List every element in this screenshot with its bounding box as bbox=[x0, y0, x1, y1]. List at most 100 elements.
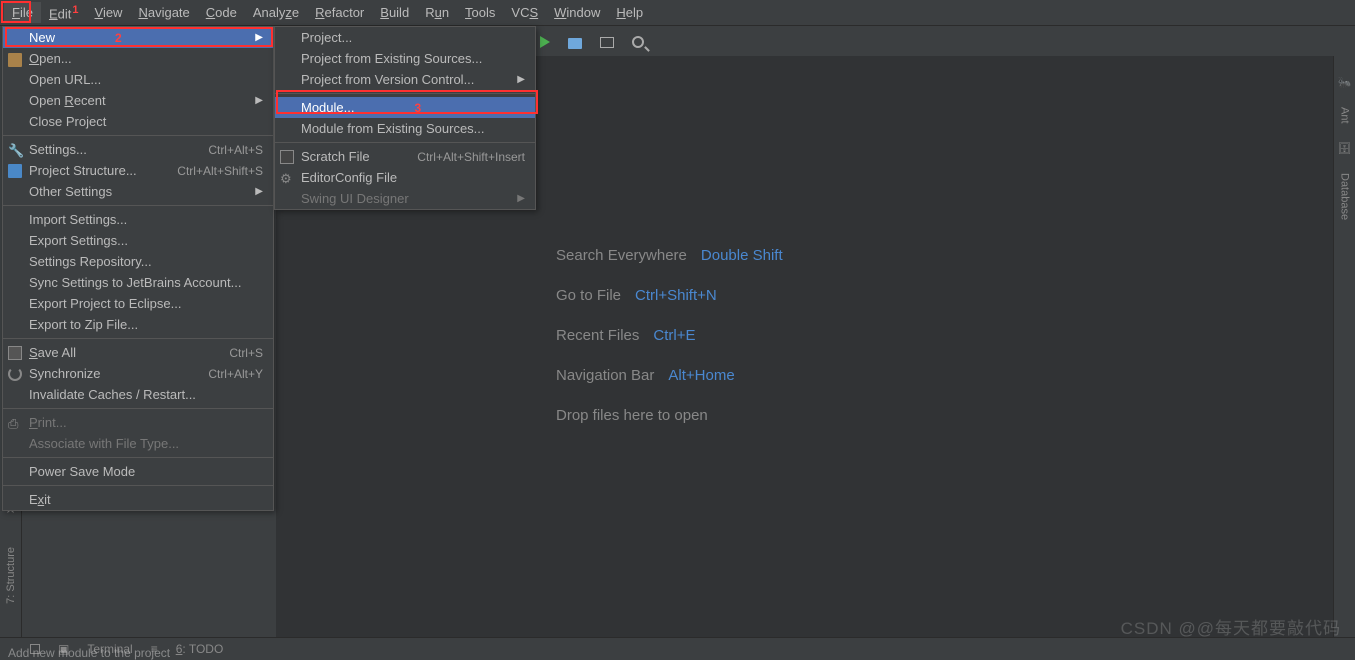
submenu-arrow-icon: ▶ bbox=[255, 32, 263, 43]
menuitem-open-recent[interactable]: Open Recent ▶ bbox=[3, 90, 273, 111]
menuitem-save-all[interactable]: Save All Ctrl+S bbox=[3, 342, 273, 363]
menu-analyze[interactable]: Analyze bbox=[245, 2, 307, 23]
run-icon[interactable] bbox=[540, 36, 550, 48]
menuitem-synchronize[interactable]: Synchronize Ctrl+Alt+Y bbox=[3, 363, 273, 384]
separator bbox=[275, 142, 535, 143]
menuitem-label: Project from Version Control... bbox=[301, 72, 474, 87]
status-text: Add new module to the project bbox=[8, 646, 170, 660]
menuitem-label: Associate with File Type... bbox=[29, 436, 179, 451]
shortcut: Ctrl+Alt+Shift+S bbox=[177, 164, 263, 178]
bottom-toolwindow-bar: ▣ Terminal ≡ 6: TODO bbox=[0, 637, 1355, 659]
menu-edit[interactable]: Edit1 bbox=[41, 1, 87, 24]
menuitem-label: Module from Existing Sources... bbox=[301, 121, 485, 136]
gear-icon: ⚙ bbox=[280, 171, 294, 185]
menuitem-new-project[interactable]: Project... bbox=[275, 27, 535, 48]
menu-code[interactable]: Code bbox=[198, 2, 245, 23]
menuitem-label: Sync Settings to JetBrains Account... bbox=[29, 275, 241, 290]
menu-run[interactable]: Run bbox=[417, 2, 457, 23]
separator bbox=[3, 135, 273, 136]
menuitem-export-zip[interactable]: Export to Zip File... bbox=[3, 314, 273, 335]
menuitem-export-eclipse[interactable]: Export Project to Eclipse... bbox=[3, 293, 273, 314]
menubar: File Edit1 View Navigate Code Analyze Re… bbox=[0, 0, 1355, 26]
welcome-row: Navigation BarAlt+Home bbox=[556, 356, 783, 396]
welcome-drop: Drop files here to open bbox=[556, 396, 783, 436]
menuitem-label: Exit bbox=[29, 492, 51, 507]
ant-icon[interactable]: 🐜 bbox=[1338, 76, 1352, 89]
menuitem-label: Save All bbox=[29, 345, 76, 360]
menuitem-exit[interactable]: Exit bbox=[3, 489, 273, 510]
menu-window[interactable]: Window bbox=[546, 2, 608, 23]
menuitem-label: Synchronize bbox=[29, 366, 101, 381]
file-icon bbox=[280, 150, 294, 164]
toolwindow-structure[interactable]: 7: Structure bbox=[5, 547, 17, 604]
menuitem-new-project-vcs[interactable]: Project from Version Control... ▶ bbox=[275, 69, 535, 90]
left-toolwindow-stripe: ★ 7: Structure bbox=[0, 500, 22, 637]
menu-build[interactable]: Build bbox=[372, 2, 417, 23]
menuitem-label: Open URL... bbox=[29, 72, 101, 87]
menuitem-label: Print... bbox=[29, 415, 67, 430]
submenu-arrow-icon: ▶ bbox=[517, 74, 525, 85]
sync-icon bbox=[8, 367, 22, 381]
separator bbox=[3, 457, 273, 458]
menu-navigate[interactable]: Navigate bbox=[130, 2, 197, 23]
menu-help[interactable]: Help bbox=[608, 2, 651, 23]
menuitem-new-module[interactable]: Module... 3 bbox=[275, 97, 535, 118]
menuitem-sync-settings[interactable]: Sync Settings to JetBrains Account... bbox=[3, 272, 273, 293]
menuitem-close-project[interactable]: Close Project bbox=[3, 111, 273, 132]
welcome-key: Ctrl+Shift+N bbox=[635, 276, 717, 316]
submenu-arrow-icon: ▶ bbox=[517, 193, 525, 204]
menuitem-label: Open... bbox=[29, 51, 72, 66]
menu-file[interactable]: File bbox=[4, 2, 41, 23]
menuitem-open-url[interactable]: Open URL... bbox=[3, 69, 273, 90]
menuitem-power-save[interactable]: Power Save Mode bbox=[3, 461, 273, 482]
menuitem-other-settings[interactable]: Other Settings ▶ bbox=[3, 181, 273, 202]
menuitem-export-settings[interactable]: Export Settings... bbox=[3, 230, 273, 251]
menuitem-label: Other Settings bbox=[29, 184, 112, 199]
menuitem-label: Settings Repository... bbox=[29, 254, 152, 269]
file-dropdown: New 2 ▶ Open... Open URL... Open Recent … bbox=[2, 26, 274, 511]
menuitem-associate-filetype: Associate with File Type... bbox=[3, 433, 273, 454]
search-icon[interactable] bbox=[632, 36, 644, 48]
menuitem-print: ⎙ Print... bbox=[3, 412, 273, 433]
menuitem-scratch-file[interactable]: Scratch File Ctrl+Alt+Shift+Insert bbox=[275, 146, 535, 167]
menuitem-new-project-existing[interactable]: Project from Existing Sources... bbox=[275, 48, 535, 69]
menu-vcs[interactable]: VCS bbox=[503, 2, 546, 23]
watermark: CSDN @@每天都要敲代码 bbox=[1121, 614, 1341, 639]
shortcut: Ctrl+Alt+Y bbox=[208, 367, 263, 381]
welcome-key: Double Shift bbox=[701, 236, 783, 276]
menuitem-project-structure[interactable]: Project Structure... Ctrl+Alt+Shift+S bbox=[3, 160, 273, 181]
menuitem-label: Open Recent bbox=[29, 93, 106, 108]
menuitem-label: Module... bbox=[301, 100, 354, 115]
menuitem-editorconfig[interactable]: ⚙ EditorConfig File bbox=[275, 167, 535, 188]
welcome-label: Drop files here to open bbox=[556, 396, 708, 436]
menuitem-label: Invalidate Caches / Restart... bbox=[29, 387, 196, 402]
toolwindow-database[interactable]: Database bbox=[1339, 173, 1351, 220]
menu-tools[interactable]: Tools bbox=[457, 2, 503, 23]
project-structure-icon bbox=[8, 164, 22, 178]
menuitem-settings[interactable]: 🔧 Settings... Ctrl+Alt+S bbox=[3, 139, 273, 160]
database-icon[interactable]: 🗄 bbox=[1338, 142, 1352, 155]
menuitem-label: Project Structure... bbox=[29, 163, 137, 178]
menuitem-label: Export Project to Eclipse... bbox=[29, 296, 181, 311]
toolwindow-todo[interactable]: 6: TODO bbox=[176, 642, 224, 656]
menuitem-settings-repository[interactable]: Settings Repository... bbox=[3, 251, 273, 272]
menuitem-new[interactable]: New 2 ▶ bbox=[3, 27, 273, 48]
menuitem-label: Settings... bbox=[29, 142, 87, 157]
menuitem-open[interactable]: Open... bbox=[3, 48, 273, 69]
welcome-label: Navigation Bar bbox=[556, 356, 654, 396]
menuitem-import-settings[interactable]: Import Settings... bbox=[3, 209, 273, 230]
new-submenu: Project... Project from Existing Sources… bbox=[274, 26, 536, 210]
menuitem-invalidate-caches[interactable]: Invalidate Caches / Restart... bbox=[3, 384, 273, 405]
welcome-row: Recent FilesCtrl+E bbox=[556, 316, 783, 356]
welcome-label: Search Everywhere bbox=[556, 236, 687, 276]
open-icon[interactable] bbox=[568, 38, 582, 49]
menu-view[interactable]: View bbox=[87, 2, 131, 23]
menuitem-label: Power Save Mode bbox=[29, 464, 135, 479]
right-toolwindow-stripe: 🐜 Ant 🗄 Database bbox=[1333, 56, 1355, 637]
toolwindow-ant[interactable]: Ant bbox=[1339, 107, 1351, 124]
menuitem-new-module-existing[interactable]: Module from Existing Sources... bbox=[275, 118, 535, 139]
menuitem-label: New bbox=[29, 30, 55, 45]
menu-refactor[interactable]: Refactor bbox=[307, 2, 372, 23]
wrench-icon: 🔧 bbox=[8, 143, 22, 157]
window-icon[interactable] bbox=[600, 37, 614, 48]
